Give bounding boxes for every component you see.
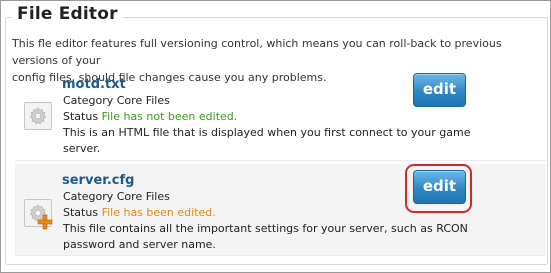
file-name[interactable]: motd.txt — [62, 77, 126, 92]
gear-icon — [24, 102, 52, 130]
category-label: Category — [63, 94, 114, 107]
description-line-2: password and server name. — [63, 238, 216, 251]
intro-line-1: This fle editor features full versioning… — [12, 37, 502, 67]
file-name[interactable]: server.cfg — [62, 173, 134, 188]
status-value: File has been edited. — [101, 206, 216, 219]
status-row: Status File has not been edited. — [63, 109, 483, 125]
panel-title: File Editor — [12, 4, 123, 24]
highlight-ring — [405, 164, 472, 213]
plus-icon — [37, 214, 53, 230]
status-label: Status — [63, 206, 99, 219]
edit-button[interactable]: edit — [413, 73, 466, 107]
status-label: Status — [63, 110, 99, 123]
file-editor-window: File Editor This fle editor features ful… — [0, 0, 551, 273]
file-description: This file contains all the important set… — [63, 221, 483, 253]
description-line-2: server. — [63, 142, 101, 155]
file-description: This is an HTML file that is displayed w… — [63, 125, 483, 157]
status-value: File has not been edited. — [101, 110, 238, 123]
category-value: Core Files — [116, 190, 170, 203]
category-label: Category — [63, 190, 114, 203]
category-value: Core Files — [116, 94, 170, 107]
description-line-1: This is an HTML file that is displayed w… — [63, 126, 471, 139]
description-line-1: This file contains all the important set… — [63, 222, 468, 235]
file-row-motd: motd.txt Category Core Files Status File… — [15, 72, 546, 161]
